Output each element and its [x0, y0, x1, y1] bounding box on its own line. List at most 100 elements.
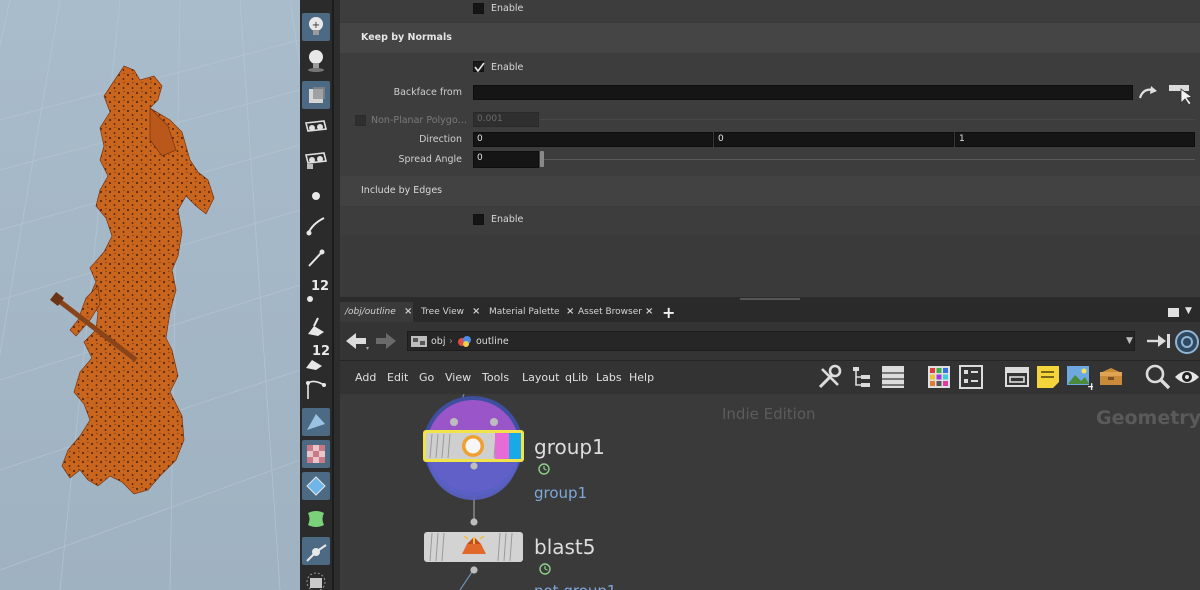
- blast5-node[interactable]: [424, 532, 523, 562]
- path-field[interactable]: [407, 331, 1135, 351]
- tree-layout-icon[interactable]: [850, 365, 874, 391]
- connect-icon: [306, 544, 327, 562]
- spotlight-icon: [308, 50, 324, 72]
- jump-to-node-button[interactable]: [1136, 83, 1162, 103]
- link-sync-icon[interactable]: [1174, 329, 1200, 355]
- menu-help[interactable]: Help: [629, 371, 654, 384]
- spread-angle-slider-handle[interactable]: [540, 151, 544, 167]
- asset-box-icon[interactable]: [1097, 363, 1125, 391]
- color-palette-icon[interactable]: [926, 364, 952, 390]
- tab-asset-browser[interactable]: Asset Browser: [573, 302, 653, 322]
- direction-y-field[interactable]: 0: [714, 132, 954, 147]
- line-tool-button[interactable]: [302, 244, 330, 272]
- surface-tool-button[interactable]: [302, 472, 330, 500]
- keep-by-normals-enable-label: Enable: [491, 62, 524, 73]
- select-geometry-button[interactable]: [1166, 81, 1196, 105]
- blast5-node-comment: not group1: [534, 582, 616, 590]
- splitter-grip: [740, 298, 800, 300]
- menu-go[interactable]: Go: [419, 371, 434, 384]
- tab-label: Tree View: [421, 307, 464, 317]
- pin-icon[interactable]: [1146, 331, 1172, 351]
- lightbulb-icon: +: [309, 17, 323, 35]
- svg-text:+: +: [1087, 380, 1093, 391]
- twelve-points-tool-button[interactable]: 12: [302, 278, 330, 306]
- checkmark-icon: [474, 62, 485, 73]
- non-planar-field[interactable]: 0.001: [473, 112, 539, 127]
- bezier-icon: [306, 380, 326, 399]
- curve-icon: [306, 217, 325, 236]
- checker-tool-button[interactable]: [302, 440, 330, 468]
- viewport-canvas: [0, 0, 300, 590]
- background-image-icon[interactable]: +: [1065, 363, 1093, 391]
- menu-edit[interactable]: Edit: [387, 371, 408, 384]
- include-by-edges-enable-label: Enable: [491, 214, 524, 225]
- shape-palette-icon[interactable]: [958, 364, 984, 390]
- menu-qlib[interactable]: qLib: [565, 371, 588, 384]
- parameter-pane: Enable Keep by Normals Enable Backface f…: [340, 0, 1200, 297]
- network-path-bar: obj › outline ▼: [340, 322, 1200, 360]
- twelve-draw-tool-button[interactable]: 12: [302, 344, 330, 372]
- network-editor[interactable]: Indie Edition Geometry group1 group1 bla…: [340, 394, 1200, 590]
- spread-angle-slider[interactable]: [540, 159, 1195, 160]
- menu-labs[interactable]: Labs: [596, 371, 622, 384]
- spot-light-tool-button[interactable]: [302, 46, 330, 74]
- group1-node-name[interactable]: group1: [534, 435, 605, 459]
- scene-viewport[interactable]: [0, 0, 300, 590]
- back-arrow-icon[interactable]: [344, 331, 370, 351]
- bezier-tool-button[interactable]: [302, 375, 330, 403]
- svg-text:+: +: [312, 20, 320, 31]
- tab-material-palette[interactable]: Material Palette: [484, 302, 574, 322]
- close-icon[interactable]: ×: [472, 306, 480, 317]
- obj-network-icon: [411, 336, 427, 347]
- direction-z-field[interactable]: 1: [955, 132, 1195, 147]
- shelf-number: 12: [311, 279, 330, 294]
- menu-view[interactable]: View: [445, 371, 471, 384]
- maximize-icon[interactable]: [1168, 308, 1179, 317]
- backface-from-field[interactable]: [473, 85, 1133, 100]
- more-tool-button[interactable]: [302, 566, 330, 590]
- wrench-screwdriver-icon[interactable]: [816, 363, 844, 391]
- draw-icon: [308, 317, 324, 336]
- plus-icon[interactable]: +: [662, 303, 675, 322]
- menu-tools[interactable]: Tools: [482, 371, 509, 384]
- chevron-down-icon[interactable]: ▼: [1185, 306, 1192, 316]
- close-icon[interactable]: ×: [404, 306, 412, 317]
- list-view-icon[interactable]: [880, 364, 906, 390]
- include-by-edges-header[interactable]: Include by Edges: [340, 176, 1200, 206]
- blast5-node-name[interactable]: blast5: [534, 535, 596, 559]
- spread-angle-label: Spread Angle: [398, 154, 462, 165]
- path-segment-obj[interactable]: obj: [431, 336, 445, 347]
- group1-node[interactable]: [423, 430, 524, 462]
- spread-angle-field[interactable]: 0: [473, 151, 539, 168]
- sticky-note-icon[interactable]: [1034, 363, 1062, 391]
- tab-label: /obj/outline: [345, 307, 396, 317]
- eye-icon[interactable]: [1174, 365, 1200, 389]
- direction-x-field[interactable]: 0: [473, 132, 713, 147]
- keep-by-normals-enable-checkbox[interactable]: [473, 61, 485, 73]
- patch-tool-button[interactable]: [302, 505, 330, 533]
- path-segment-outline[interactable]: outline: [476, 336, 509, 347]
- path-dropdown-icon[interactable]: ▼: [1126, 336, 1133, 346]
- include-by-edges-enable-checkbox[interactable]: [473, 214, 484, 225]
- magnifier-icon[interactable]: [1144, 363, 1172, 391]
- network-box-icon[interactable]: [1004, 364, 1030, 390]
- section-title: Keep by Normals: [361, 32, 452, 43]
- menu-layout[interactable]: Layout: [522, 371, 559, 384]
- tab-label: Material Palette: [489, 307, 560, 317]
- keep-by-normals-header[interactable]: Keep by Normals: [340, 23, 1200, 53]
- connect-tool-button[interactable]: [302, 537, 330, 565]
- curve-tool-button[interactable]: [302, 212, 330, 240]
- close-icon[interactable]: ×: [645, 306, 653, 317]
- forward-arrow-icon[interactable]: [374, 331, 398, 351]
- polygon-tool-button[interactable]: [302, 408, 330, 436]
- draw-tool-button[interactable]: [302, 312, 330, 340]
- character-geometry: [61, 65, 215, 495]
- group1-node-comment: group1: [534, 484, 588, 502]
- point-tool-button[interactable]: [302, 180, 330, 208]
- non-planar-checkbox[interactable]: [355, 115, 366, 126]
- non-planar-slider[interactable]: [540, 119, 1195, 120]
- menu-add[interactable]: Add: [355, 371, 376, 384]
- light-bulb-tool-button[interactable]: +: [302, 13, 330, 41]
- tab-obj-outline[interactable]: /obj/outline: [340, 302, 413, 322]
- top-enable-checkbox[interactable]: [473, 3, 484, 14]
